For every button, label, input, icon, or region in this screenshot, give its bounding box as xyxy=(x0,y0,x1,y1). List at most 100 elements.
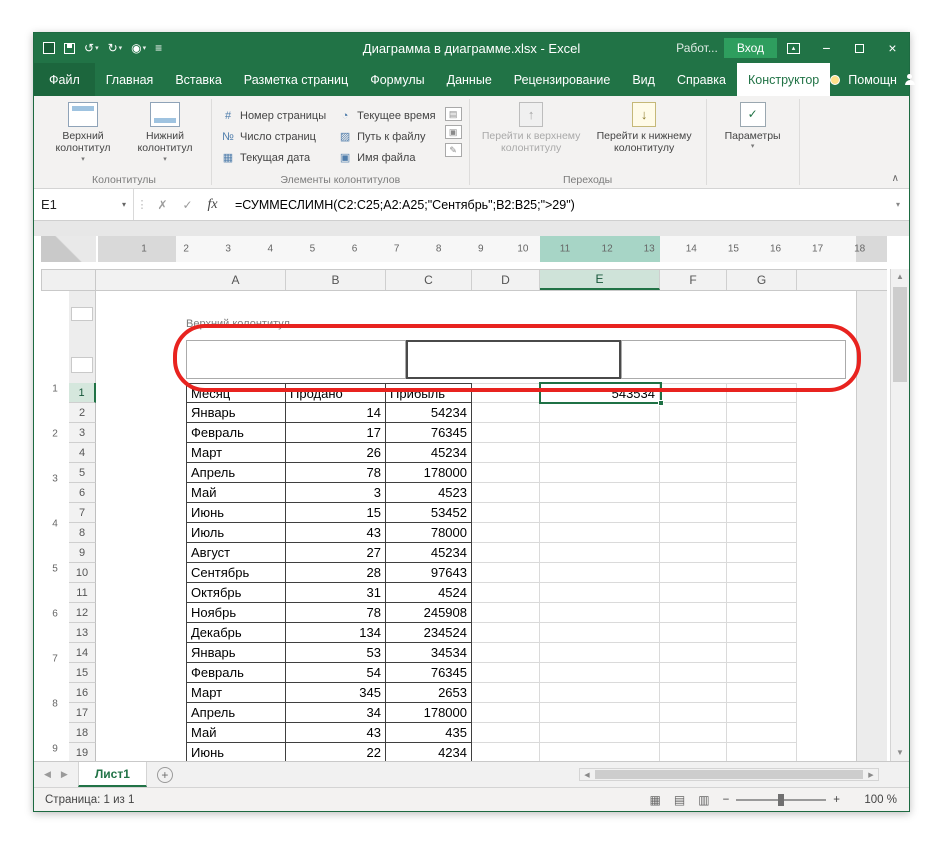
help-tab[interactable]: Помощн xyxy=(844,73,901,87)
cell[interactable]: 4234 xyxy=(386,743,472,761)
cell[interactable]: 2653 xyxy=(386,683,472,703)
cancel-button[interactable]: ✗ xyxy=(150,189,175,220)
cell[interactable]: 78 xyxy=(286,463,386,483)
row-header[interactable]: 4 xyxy=(69,443,96,463)
scroll-up-arrow[interactable]: ▲ xyxy=(891,269,909,285)
cell[interactable] xyxy=(540,463,660,483)
cell[interactable] xyxy=(660,523,727,543)
cell[interactable]: Месяц xyxy=(186,383,286,403)
add-sheet-button[interactable]: + xyxy=(156,766,173,783)
redo-button[interactable]: ↻ ▾ xyxy=(108,42,123,54)
hf-element-button[interactable]: № Число страниц xyxy=(217,126,330,147)
cell[interactable] xyxy=(540,643,660,663)
cell[interactable]: 54 xyxy=(286,663,386,683)
insert-function-button[interactable]: fx xyxy=(200,189,225,220)
prev-sheet-button[interactable]: ◀ xyxy=(44,769,51,780)
cell[interactable] xyxy=(727,683,797,703)
ribbon-tab[interactable]: Главная xyxy=(95,63,165,96)
cell[interactable] xyxy=(660,723,727,743)
vertical-scrollbar-thumb[interactable] xyxy=(893,287,907,382)
row-header[interactable]: 3 xyxy=(69,423,96,443)
cell[interactable] xyxy=(727,663,797,683)
cell[interactable]: Июнь xyxy=(186,743,286,761)
sheet-tab-active[interactable]: Лист1 xyxy=(77,762,147,787)
row-header[interactable]: 6 xyxy=(69,483,96,503)
cell[interactable] xyxy=(540,583,660,603)
cell[interactable]: 76345 xyxy=(386,423,472,443)
cell[interactable] xyxy=(727,443,797,463)
cell[interactable] xyxy=(727,643,797,663)
cell[interactable]: 28 xyxy=(286,563,386,583)
cell[interactable]: 26 xyxy=(286,443,386,463)
row-header[interactable]: 12 xyxy=(69,603,96,623)
cell[interactable]: 53 xyxy=(286,643,386,663)
header-center-section[interactable] xyxy=(406,340,621,379)
row-header[interactable]: 7 xyxy=(69,503,96,523)
cell[interactable]: 34 xyxy=(286,703,386,723)
cell[interactable] xyxy=(472,483,540,503)
sheet-name-icon[interactable]: ▤ xyxy=(444,107,462,121)
cell[interactable] xyxy=(540,503,660,523)
cell[interactable]: 4524 xyxy=(386,583,472,603)
cell[interactable] xyxy=(472,383,540,403)
minimize-button[interactable]: − xyxy=(810,33,843,63)
cell[interactable]: Апрель xyxy=(186,463,286,483)
picture-icon[interactable]: ▣ xyxy=(444,125,462,139)
cell[interactable] xyxy=(540,743,660,761)
cell[interactable] xyxy=(540,403,660,423)
header-left-section[interactable] xyxy=(186,340,406,379)
cell[interactable]: 34534 xyxy=(386,643,472,663)
name-box[interactable]: E1 ▾ xyxy=(34,189,134,220)
row-header[interactable]: 9 xyxy=(69,543,96,563)
cell[interactable] xyxy=(660,483,727,503)
cell[interactable] xyxy=(472,603,540,623)
cell[interactable] xyxy=(472,503,540,523)
cell[interactable]: Март xyxy=(186,683,286,703)
cell[interactable] xyxy=(660,543,727,563)
cell[interactable] xyxy=(727,403,797,423)
cell[interactable]: Декабрь xyxy=(186,623,286,643)
hf-element-button[interactable]: ▣ Имя файла xyxy=(334,147,439,168)
cell[interactable]: 54234 xyxy=(386,403,472,423)
page-layout-view-button[interactable]: ▤ xyxy=(674,793,685,807)
row-header[interactable]: 13 xyxy=(69,623,96,643)
cell[interactable] xyxy=(472,663,540,683)
cell[interactable]: Ноябрь xyxy=(186,603,286,623)
header-right-section[interactable] xyxy=(621,340,846,379)
cell[interactable]: 178000 xyxy=(386,463,472,483)
row-header[interactable]: 16 xyxy=(69,683,96,703)
collapse-ribbon-button[interactable]: ∧ xyxy=(892,173,899,184)
cell[interactable]: 43 xyxy=(286,723,386,743)
cell[interactable]: 78000 xyxy=(386,523,472,543)
cell[interactable]: 234524 xyxy=(386,623,472,643)
customize-qat-button[interactable]: ≡ xyxy=(155,42,162,54)
cell[interactable]: Октябрь xyxy=(186,583,286,603)
cell[interactable] xyxy=(540,623,660,643)
cell[interactable] xyxy=(727,703,797,723)
cell[interactable]: Прибыль xyxy=(386,383,472,403)
cell[interactable]: 245908 xyxy=(386,603,472,623)
enter-button[interactable]: ✓ xyxy=(175,189,200,220)
row-header[interactable]: 5 xyxy=(69,463,96,483)
cell[interactable] xyxy=(660,463,727,483)
cell[interactable] xyxy=(540,523,660,543)
cell[interactable] xyxy=(727,723,797,743)
row-header[interactable]: 8 xyxy=(69,523,96,543)
close-button[interactable]: × xyxy=(876,33,909,63)
cell[interactable]: Май xyxy=(186,723,286,743)
cell[interactable] xyxy=(472,623,540,643)
cell[interactable] xyxy=(540,703,660,723)
row-header[interactable]: 1 xyxy=(69,383,96,403)
cell[interactable] xyxy=(660,583,727,603)
cell[interactable] xyxy=(472,423,540,443)
cell[interactable]: 14 xyxy=(286,403,386,423)
row-header[interactable]: 11 xyxy=(69,583,96,603)
cell[interactable] xyxy=(472,463,540,483)
cell[interactable]: Продано xyxy=(286,383,386,403)
ribbon-tab[interactable]: Данные xyxy=(436,63,503,96)
cell[interactable]: 76345 xyxy=(386,663,472,683)
fill-handle[interactable] xyxy=(658,400,664,406)
cell[interactable] xyxy=(727,483,797,503)
cell[interactable] xyxy=(660,383,727,403)
cell[interactable] xyxy=(540,683,660,703)
